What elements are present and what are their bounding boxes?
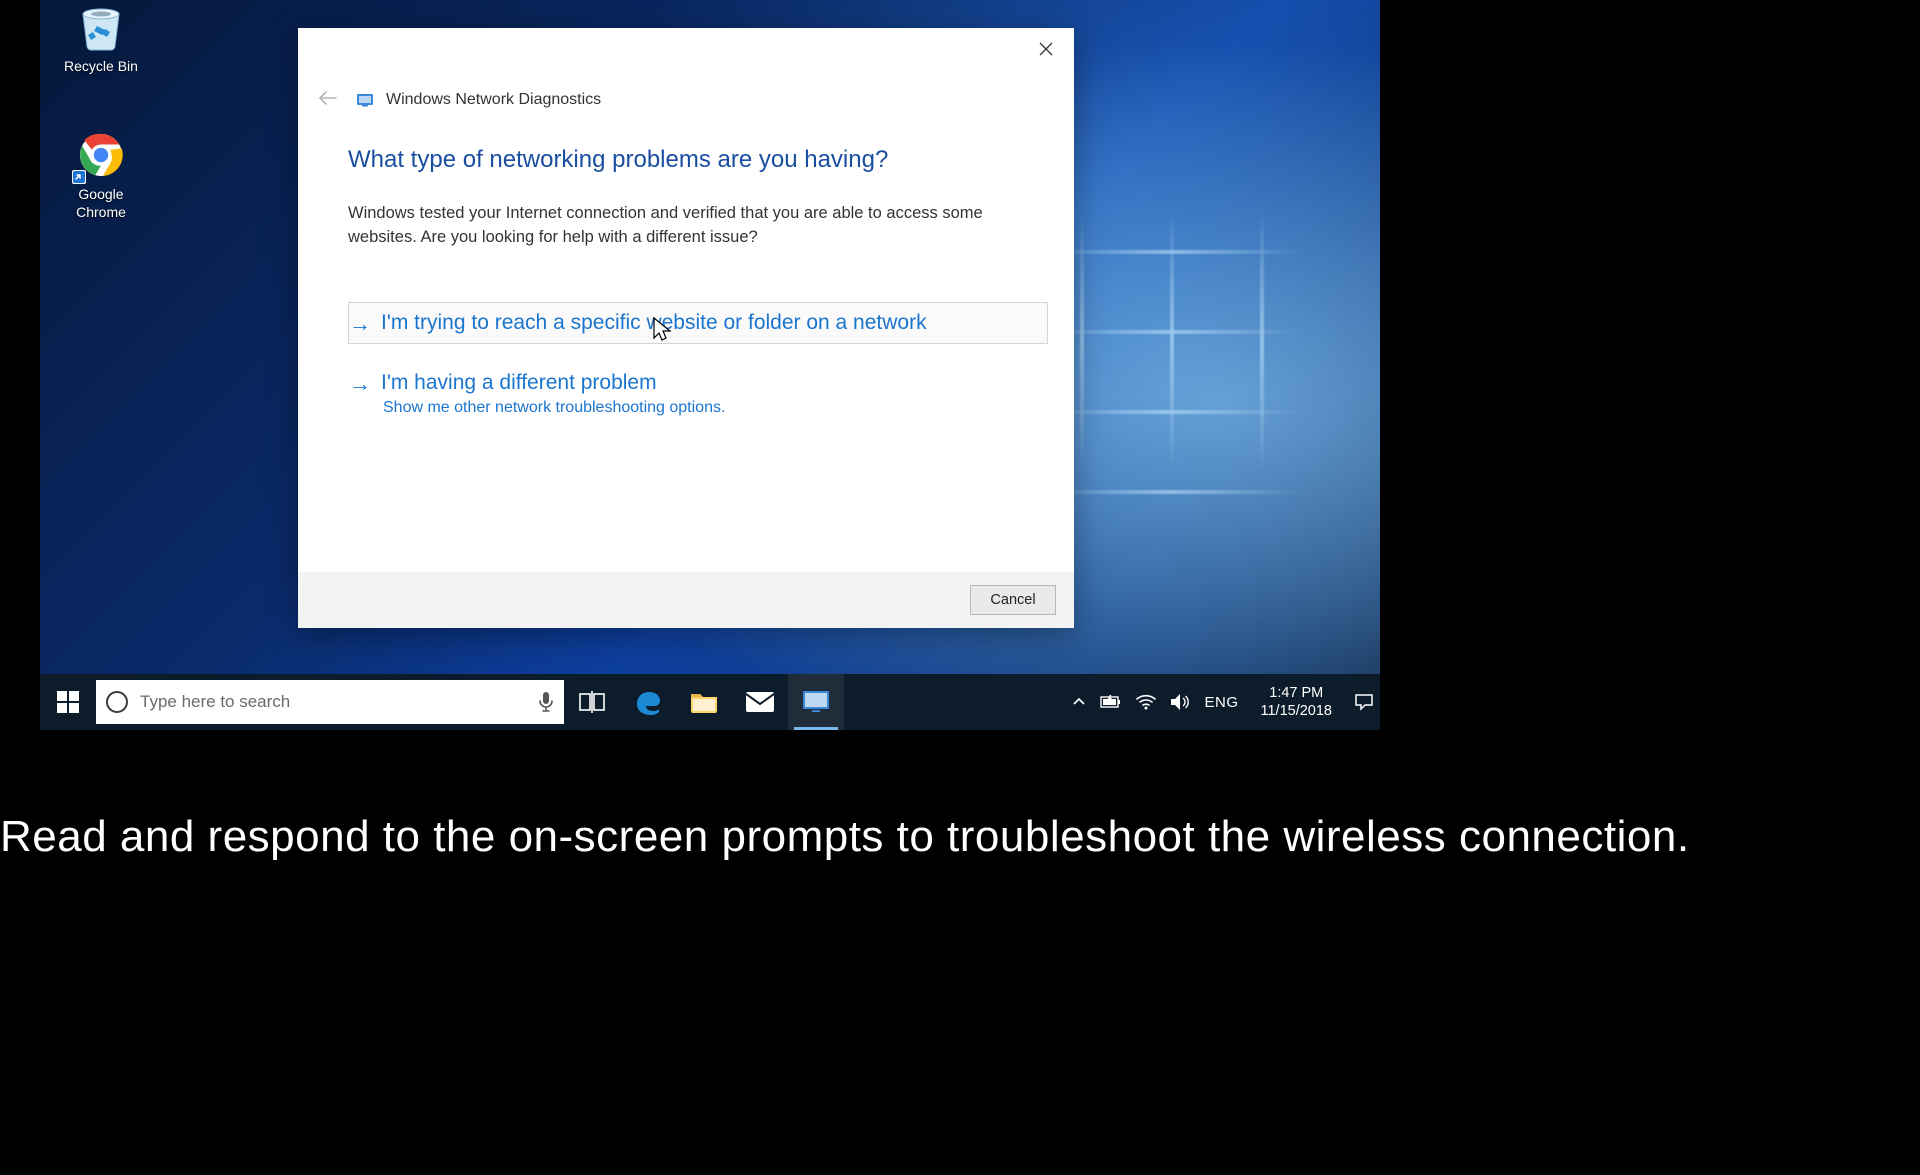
dialog-footer: Cancel xyxy=(298,572,1074,628)
tray-clock[interactable]: 1:47 PM 11/15/2018 xyxy=(1261,684,1333,720)
desktop[interactable]: Recycle Bin Google Chrome xyxy=(40,0,1380,730)
cancel-button[interactable]: Cancel xyxy=(970,585,1056,615)
tray-wifi-icon[interactable] xyxy=(1136,694,1156,710)
tray-date: 11/15/2018 xyxy=(1261,702,1333,720)
desktop-icon-google-chrome[interactable]: Google Chrome xyxy=(54,128,148,221)
close-button[interactable] xyxy=(1026,34,1066,64)
taskbar-app-mail[interactable] xyxy=(732,674,788,730)
mail-icon xyxy=(745,691,775,713)
microphone-icon[interactable] xyxy=(538,691,554,713)
back-arrow-icon xyxy=(318,91,338,105)
taskbar-app-diagnostics[interactable] xyxy=(788,674,844,730)
option-reach-website[interactable]: → I'm trying to reach a specific website… xyxy=(348,302,1048,344)
cortana-icon xyxy=(106,691,128,713)
close-icon xyxy=(1039,42,1053,56)
option-different-problem[interactable]: → I'm having a different problem Show me… xyxy=(348,362,1048,426)
speaker-icon xyxy=(1170,693,1190,711)
system-tray: ENG 1:47 PM 11/15/2018 xyxy=(1058,684,1380,720)
wallpaper-light xyxy=(1040,210,1320,550)
taskbar-app-file-explorer[interactable] xyxy=(676,674,732,730)
folder-icon xyxy=(689,689,719,715)
task-view-button[interactable] xyxy=(564,674,620,730)
diagnostics-icon xyxy=(356,91,374,109)
tray-language[interactable]: ENG xyxy=(1204,694,1238,711)
action-center-icon xyxy=(1354,693,1374,711)
option-subtitle: Show me other network troubleshooting op… xyxy=(383,399,1043,417)
wifi-icon xyxy=(1136,694,1156,710)
screenshot-stage: Recycle Bin Google Chrome xyxy=(40,0,1380,730)
desktop-icon-recycle-bin[interactable]: Recycle Bin xyxy=(54,0,148,76)
arrow-right-icon: → xyxy=(349,313,371,335)
instruction-caption: Read and respond to the on-screen prompt… xyxy=(0,812,1920,862)
dialog-heading: What type of networking problems are you… xyxy=(348,146,1048,174)
windows-logo-icon xyxy=(57,691,79,713)
option-title: I'm having a different problem xyxy=(381,371,657,395)
taskbar: Type here to search xyxy=(40,674,1380,730)
task-view-icon xyxy=(579,691,605,713)
network-diagnostics-dialog: Windows Network Diagnostics What type of… xyxy=(298,28,1074,628)
tray-time: 1:47 PM xyxy=(1261,684,1333,702)
tray-power-icon[interactable] xyxy=(1100,695,1122,709)
option-title: I'm trying to reach a specific website o… xyxy=(381,311,927,335)
chevron-up-icon xyxy=(1072,695,1086,709)
tray-overflow-button[interactable] xyxy=(1072,695,1086,709)
battery-icon xyxy=(1100,695,1122,709)
search-box[interactable]: Type here to search xyxy=(96,680,564,724)
tray-volume-icon[interactable] xyxy=(1170,693,1190,711)
dialog-header: Windows Network Diagnostics xyxy=(312,86,601,113)
desktop-icon-label: Recycle Bin xyxy=(54,58,148,76)
taskbar-app-edge[interactable] xyxy=(620,674,676,730)
dialog-title: Windows Network Diagnostics xyxy=(386,91,601,109)
dialog-lead-text: Windows tested your Internet connection … xyxy=(348,202,988,250)
edge-icon xyxy=(633,687,663,717)
recycle-bin-icon xyxy=(74,0,128,54)
search-placeholder: Type here to search xyxy=(140,692,290,712)
chrome-icon xyxy=(74,128,128,182)
desktop-icon-label: Google Chrome xyxy=(54,186,148,221)
monitor-icon xyxy=(801,689,831,715)
tray-action-center[interactable] xyxy=(1354,693,1374,711)
back-button[interactable] xyxy=(312,86,344,113)
arrow-right-icon: → xyxy=(349,373,371,395)
start-button[interactable] xyxy=(40,674,96,730)
